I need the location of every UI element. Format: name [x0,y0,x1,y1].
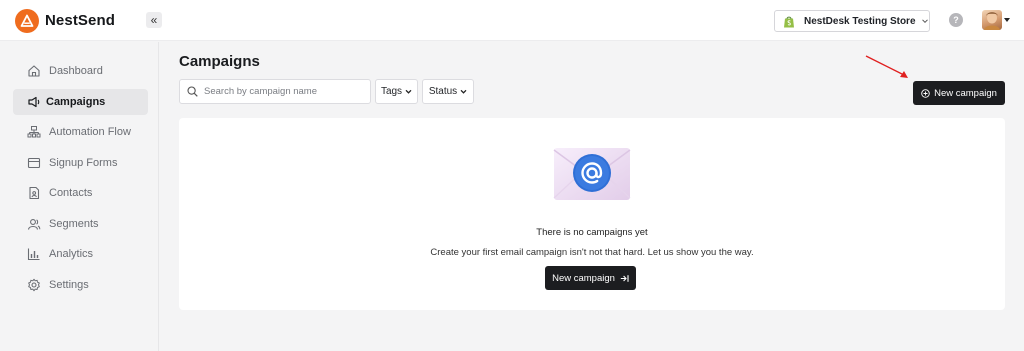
new-campaign-button[interactable]: New campaign [913,81,1005,105]
sidebar-item-settings[interactable]: Settings [13,272,148,298]
sidebar-item-automation-flow[interactable]: Automation Flow [13,119,148,145]
empty-state-new-campaign-button[interactable]: New campaign [545,266,636,290]
user-avatar[interactable] [982,10,1002,30]
brand-name[interactable]: NestSend [45,12,115,29]
annotation-arrow-icon [865,55,908,78]
arrow-right-to-bar-icon [620,274,629,282]
sidebar-item-analytics[interactable]: Analytics [13,241,148,267]
plus-circle-icon [921,88,930,98]
top-bar: NestSend « NestDesk Testing Store ? [0,0,1024,41]
tags-filter-label: Tags [380,86,403,97]
search-icon [187,86,198,97]
status-filter-dropdown[interactable]: Status [422,79,474,104]
form-icon [27,157,41,169]
sidebar-item-dashboard[interactable]: Dashboard [13,58,148,84]
segments-icon [27,219,41,230]
sidebar-item-signup-forms[interactable]: Signup Forms [13,150,148,176]
megaphone-icon [28,96,40,108]
analytics-icon [27,248,40,261]
sidebar-item-label: Settings [49,279,89,291]
status-filter-label: Status [428,86,458,97]
sidebar-item-campaigns[interactable]: Campaigns [13,89,148,115]
sidebar-item-label: Segments [49,218,99,230]
nestsend-logo-icon[interactable] [15,9,39,33]
help-icon[interactable]: ? [949,13,963,27]
sidebar: Dashboard Campaigns Automation Flow Sign… [0,42,159,351]
shopify-bag-icon [784,16,794,27]
sidebar-item-contacts[interactable]: Contacts [13,180,148,206]
sidebar-item-label: Signup Forms [49,157,118,169]
sidebar-item-label: Automation Flow [49,126,131,138]
collapse-sidebar-button[interactable]: « [146,12,162,28]
gear-icon [28,278,40,292]
search-input[interactable] [204,86,364,97]
store-name: NestDesk Testing Store [804,15,916,27]
empty-state-button-label: New campaign [552,272,615,284]
email-envelope-icon [553,148,631,200]
empty-state-subtitle: Create your first email campaign isn't n… [430,247,754,258]
flow-icon [27,126,41,138]
home-icon [28,65,40,77]
sidebar-item-label: Dashboard [49,65,103,77]
tags-filter-dropdown[interactable]: Tags [375,79,418,104]
contacts-icon [29,186,40,200]
sidebar-item-label: Contacts [49,187,93,199]
page-title: Campaigns [179,53,260,70]
new-campaign-label: New campaign [934,87,997,99]
sidebar-item-segments[interactable]: Segments [13,211,148,237]
sidebar-item-label: Campaigns [46,96,106,108]
sidebar-item-label: Analytics [49,248,94,260]
store-selector[interactable]: NestDesk Testing Store [774,10,930,32]
campaign-search-field[interactable] [179,79,371,104]
chevron-down-icon [921,19,928,24]
chevron-down-icon [405,89,412,94]
empty-state-title: There is no campaigns yet [536,227,648,238]
avatar-caret-icon[interactable] [1004,18,1010,22]
empty-state-card: There is no campaigns yet Create your fi… [179,118,1005,310]
chevron-down-icon [460,89,467,94]
